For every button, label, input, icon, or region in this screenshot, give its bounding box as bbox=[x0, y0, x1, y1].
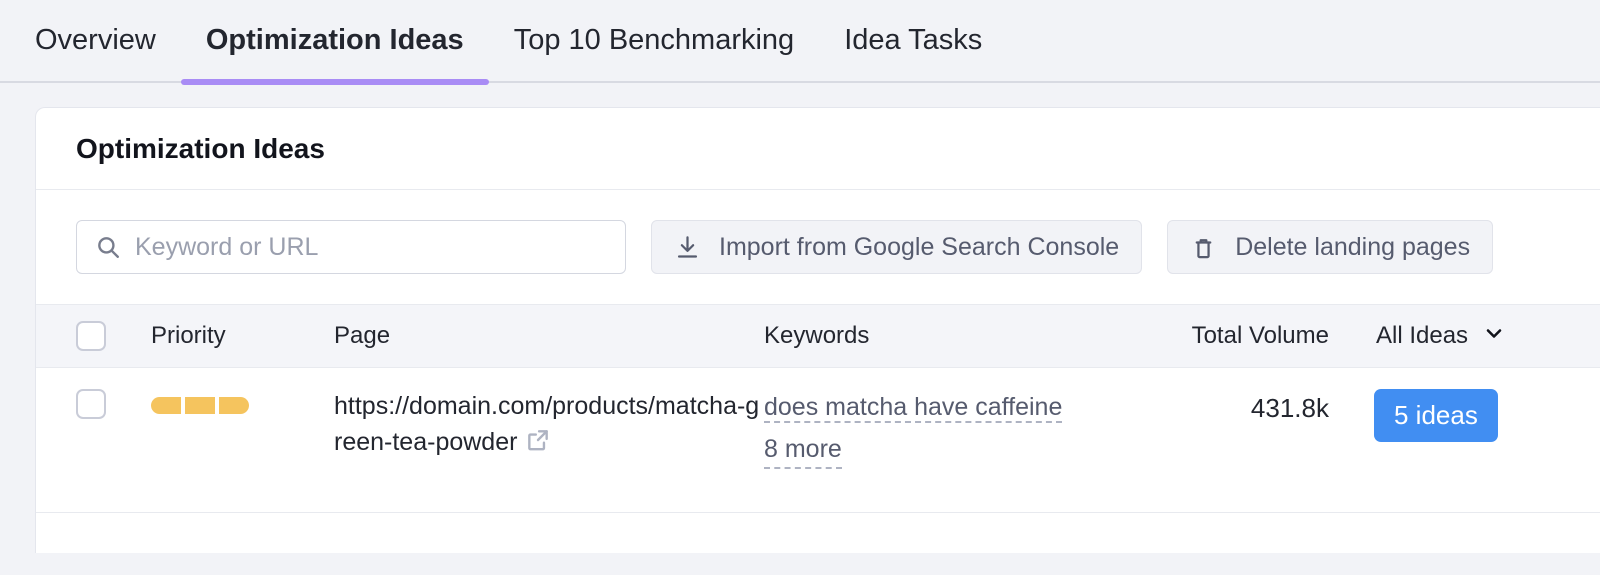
table-toolbar: Import from Google Search Console Delete… bbox=[36, 190, 1600, 304]
optimization-ideas-table: Priority Page Keywords Total Volume All … bbox=[36, 304, 1600, 553]
import-button-label: Import from Google Search Console bbox=[719, 233, 1119, 262]
priority-segment bbox=[185, 397, 215, 414]
search-input[interactable] bbox=[135, 233, 607, 262]
column-header-priority[interactable]: Priority bbox=[151, 322, 334, 350]
table-row bbox=[36, 513, 1600, 553]
row-select-cell bbox=[36, 389, 151, 419]
tab-label: Idea Tasks bbox=[844, 24, 982, 56]
priority-cell bbox=[151, 389, 334, 414]
page-title: Optimization Ideas bbox=[76, 135, 1600, 163]
table-header-row: Priority Page Keywords Total Volume All … bbox=[36, 304, 1600, 368]
ideas-cell: 5 ideas bbox=[1329, 389, 1589, 442]
download-icon bbox=[674, 234, 701, 261]
page-cell: https://domain.com/products/matcha-green… bbox=[334, 389, 764, 463]
priority-indicator bbox=[151, 397, 334, 414]
search-icon bbox=[95, 234, 121, 260]
all-ideas-label: All Ideas bbox=[1376, 322, 1468, 350]
chevron-down-icon bbox=[1482, 321, 1506, 352]
tab-optimization-ideas[interactable]: Optimization Ideas bbox=[181, 0, 489, 82]
page-url-link[interactable]: https://domain.com/products/matcha-green… bbox=[334, 389, 764, 463]
delete-landing-pages-button[interactable]: Delete landing pages bbox=[1167, 220, 1493, 274]
keywords-more-link[interactable]: 8 more bbox=[764, 431, 842, 469]
table-row: https://domain.com/products/matcha-green… bbox=[36, 368, 1600, 513]
keywords-cell: does matcha have caffeine 8 more bbox=[764, 389, 1159, 469]
external-link-icon[interactable] bbox=[525, 427, 551, 464]
select-all-checkbox[interactable] bbox=[76, 321, 106, 351]
tab-label: Optimization Ideas bbox=[206, 24, 464, 56]
column-header-total-volume[interactable]: Total Volume bbox=[1159, 322, 1331, 350]
tab-top-10-benchmarking[interactable]: Top 10 Benchmarking bbox=[489, 0, 820, 82]
card-header: Optimization Ideas bbox=[36, 108, 1600, 190]
optimization-ideas-card: Optimization Ideas Import from Google Se… bbox=[35, 107, 1600, 553]
import-from-google-search-console-button[interactable]: Import from Google Search Console bbox=[651, 220, 1142, 274]
priority-segment bbox=[151, 397, 181, 414]
column-header-page[interactable]: Page bbox=[334, 322, 764, 350]
total-volume-cell: 431.8k bbox=[1159, 389, 1329, 424]
tab-overview[interactable]: Overview bbox=[35, 0, 181, 82]
tab-active-underline bbox=[181, 79, 489, 85]
trash-icon bbox=[1190, 234, 1217, 261]
tab-label: Top 10 Benchmarking bbox=[514, 24, 795, 56]
tab-idea-tasks[interactable]: Idea Tasks bbox=[819, 0, 1007, 82]
column-header-ideas-filter: All Ideas bbox=[1331, 321, 1591, 352]
keyword-item[interactable]: does matcha have caffeine bbox=[764, 393, 1062, 423]
column-header-keywords[interactable]: Keywords bbox=[764, 322, 1159, 350]
keywords-list: does matcha have caffeine 8 more bbox=[764, 389, 1159, 469]
delete-button-label: Delete landing pages bbox=[1235, 233, 1470, 262]
search-box[interactable] bbox=[76, 220, 626, 274]
priority-segment bbox=[219, 397, 249, 414]
row-checkbox[interactable] bbox=[76, 389, 106, 419]
ideas-count-badge[interactable]: 5 ideas bbox=[1374, 389, 1498, 442]
tab-label: Overview bbox=[35, 24, 156, 56]
tab-bar: Overview Optimization Ideas Top 10 Bench… bbox=[0, 0, 1600, 83]
total-volume-value: 431.8k bbox=[1159, 389, 1329, 424]
select-all-cell bbox=[36, 321, 151, 351]
all-ideas-dropdown[interactable]: All Ideas bbox=[1376, 321, 1591, 352]
